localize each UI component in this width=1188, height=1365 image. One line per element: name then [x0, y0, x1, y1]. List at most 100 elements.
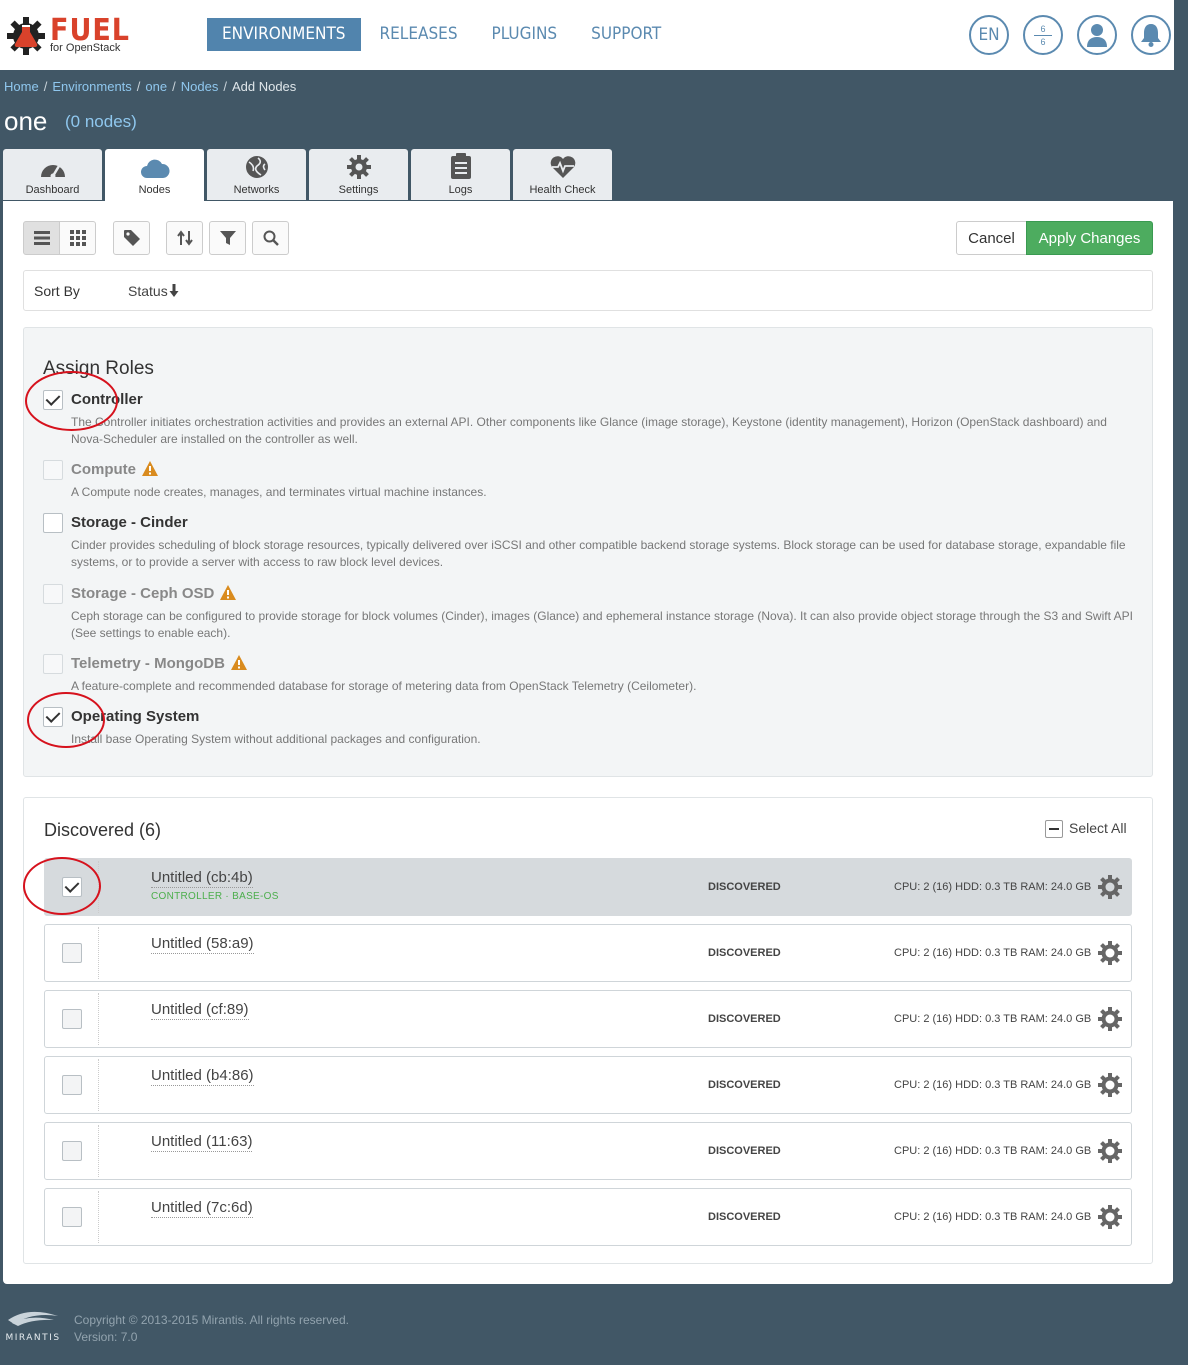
- sort-bar: Sort By Status: [23, 270, 1153, 311]
- role-storage-ceph-osd-checkbox[interactable]: [43, 584, 63, 604]
- node-checkbox[interactable]: [62, 1009, 82, 1029]
- node-settings-gear-icon[interactable]: [1098, 1073, 1122, 1097]
- node-divider: [98, 1191, 99, 1243]
- role-storage-cinder-checkbox[interactable]: [43, 513, 63, 533]
- node-name[interactable]: Untitled (b4:86): [151, 1067, 254, 1086]
- node-settings-gear-icon[interactable]: [1098, 1139, 1122, 1163]
- role-telemetry-mongodb-checkbox[interactable]: [43, 654, 63, 674]
- footer: Copyright © 2013-2015 Mirantis. All righ…: [74, 1312, 349, 1346]
- node-name[interactable]: Untitled (11:63): [151, 1133, 253, 1152]
- environment-tabs: Dashboard Nodes Networks Settings Logs H…: [3, 149, 615, 201]
- stats-bottom: 6: [1040, 36, 1046, 47]
- node-specs: CPU: 2 (16) HDD: 0.3 TB RAM: 24.0 GB: [894, 1013, 1092, 1025]
- node-row[interactable]: Untitled (b4:86) DISCOVERED CPU: 2 (16) …: [44, 1056, 1132, 1114]
- arrow-down-icon: [169, 284, 179, 297]
- user-menu-button[interactable]: [1077, 15, 1117, 55]
- grid-view-button[interactable]: [59, 221, 96, 255]
- filter-button[interactable]: [209, 221, 246, 255]
- grid-icon: [69, 230, 86, 246]
- node-divider: [98, 861, 99, 913]
- role-storage-ceph-osd-description: Ceph storage can be configured to provid…: [71, 609, 1133, 640]
- bell-icon: [1141, 24, 1161, 47]
- node-row[interactable]: Untitled (cf:89) DISCOVERED CPU: 2 (16) …: [44, 990, 1132, 1048]
- mirantis-logo: MIRANTIS: [5, 1311, 59, 1343]
- sort-status-label: Status: [128, 283, 168, 299]
- node-specs: CPU: 2 (16) HDD: 0.3 TB RAM: 24.0 GB: [894, 1079, 1092, 1091]
- role-controller-name: Controller: [71, 391, 143, 408]
- role-operating-system-name: Operating System: [71, 708, 200, 725]
- notifications-button[interactable]: [1131, 15, 1171, 55]
- node-specs: CPU: 2 (16) HDD: 0.3 TB RAM: 24.0 GB: [894, 1145, 1092, 1157]
- node-stats-button[interactable]: 6 6: [1023, 15, 1063, 55]
- node-row[interactable]: Untitled (11:63) DISCOVERED CPU: 2 (16) …: [44, 1122, 1132, 1180]
- tab-settings[interactable]: Settings: [309, 149, 408, 200]
- node-checkbox[interactable]: [62, 1141, 82, 1161]
- node-divider: [98, 927, 99, 979]
- node-name[interactable]: Untitled (58:a9): [151, 935, 254, 954]
- node-status: DISCOVERED: [708, 1013, 781, 1025]
- main-nav: ENVIRONMENTS RELEASES PLUGINS SUPPORT: [207, 18, 680, 51]
- language-button[interactable]: EN: [969, 15, 1009, 55]
- nav-releases[interactable]: RELEASES: [365, 18, 473, 51]
- tab-dashboard[interactable]: Dashboard: [3, 149, 102, 200]
- breadcrumb-nodes[interactable]: Nodes: [181, 79, 219, 94]
- breadcrumb-env-one[interactable]: one: [145, 79, 167, 94]
- warning-icon[interactable]: [230, 655, 247, 670]
- tab-logs-label: Logs: [448, 184, 473, 196]
- sort-status-button[interactable]: Status: [128, 283, 179, 299]
- search-icon: [263, 230, 279, 246]
- globe-icon: [245, 156, 268, 178]
- nav-environments[interactable]: ENVIRONMENTS: [207, 18, 361, 51]
- node-row[interactable]: Untitled (58:a9) DISCOVERED CPU: 2 (16) …: [44, 924, 1132, 982]
- gear-icon: [346, 155, 371, 179]
- fuel-logo[interactable]: FUEL for OpenStack: [6, 10, 136, 60]
- role-telemetry-mongodb-title: Telemetry - MongoDB: [71, 655, 247, 672]
- node-name[interactable]: Untitled (cb:4b): [151, 869, 253, 888]
- node-divider: [98, 1059, 99, 1111]
- node-status: DISCOVERED: [708, 1079, 781, 1091]
- tag-icon: [123, 230, 140, 246]
- discovered-title: Discovered (6): [44, 820, 162, 840]
- role-storage-cinder-name: Storage - Cinder: [71, 514, 188, 531]
- node-settings-gear-icon[interactable]: [1098, 875, 1122, 899]
- node-name[interactable]: Untitled (cf:89): [151, 1001, 249, 1020]
- sort-arrows-icon: [176, 230, 193, 246]
- node-checkbox[interactable]: [62, 877, 82, 897]
- tab-health-check[interactable]: Health Check: [513, 149, 612, 200]
- nodes-panel: Cancel Apply Changes Sort By Status Assi…: [3, 201, 1173, 1284]
- role-operating-system-checkbox[interactable]: [43, 707, 63, 727]
- assign-roles-title: Assign Roles: [43, 358, 154, 379]
- role-telemetry-mongodb-description: A feature-complete and recommended datab…: [71, 679, 697, 693]
- node-row[interactable]: Untitled (7c:6d) DISCOVERED CPU: 2 (16) …: [44, 1188, 1132, 1246]
- breadcrumb-home[interactable]: Home: [4, 79, 39, 94]
- tab-nodes[interactable]: Nodes: [105, 149, 204, 201]
- apply-changes-button[interactable]: Apply Changes: [1026, 221, 1153, 255]
- role-storage-ceph-osd-title: Storage - Ceph OSD: [71, 585, 237, 602]
- tab-logs[interactable]: Logs: [411, 149, 510, 200]
- node-checkbox[interactable]: [62, 1207, 82, 1227]
- node-checkbox[interactable]: [62, 943, 82, 963]
- user-icon: [1087, 24, 1107, 47]
- role-compute-checkbox[interactable]: [43, 460, 63, 480]
- search-button[interactable]: [252, 221, 289, 255]
- select-all-checkbox[interactable]: Select All: [1045, 820, 1127, 839]
- tab-networks[interactable]: Networks: [207, 149, 306, 200]
- list-view-button[interactable]: [23, 221, 60, 255]
- cancel-button[interactable]: Cancel: [956, 221, 1027, 255]
- breadcrumb-environments[interactable]: Environments: [52, 79, 131, 94]
- sort-button[interactable]: [166, 221, 203, 255]
- nav-support[interactable]: SUPPORT: [576, 18, 676, 51]
- node-settings-gear-icon[interactable]: [1098, 1205, 1122, 1229]
- warning-icon[interactable]: [220, 585, 237, 600]
- node-checkbox[interactable]: [62, 1075, 82, 1095]
- role-controller-checkbox[interactable]: [43, 390, 63, 410]
- tab-dashboard-label: Dashboard: [25, 184, 80, 196]
- nav-plugins[interactable]: PLUGINS: [477, 18, 573, 51]
- node-row[interactable]: Untitled (cb:4b) CONTROLLER · BASE-OS DI…: [44, 858, 1132, 916]
- warning-icon[interactable]: [142, 461, 158, 476]
- node-settings-gear-icon[interactable]: [1098, 941, 1122, 965]
- labels-button[interactable]: [113, 221, 150, 255]
- node-specs: CPU: 2 (16) HDD: 0.3 TB RAM: 24.0 GB: [894, 947, 1092, 959]
- node-name[interactable]: Untitled (7c:6d): [151, 1199, 253, 1218]
- node-settings-gear-icon[interactable]: [1098, 1007, 1122, 1031]
